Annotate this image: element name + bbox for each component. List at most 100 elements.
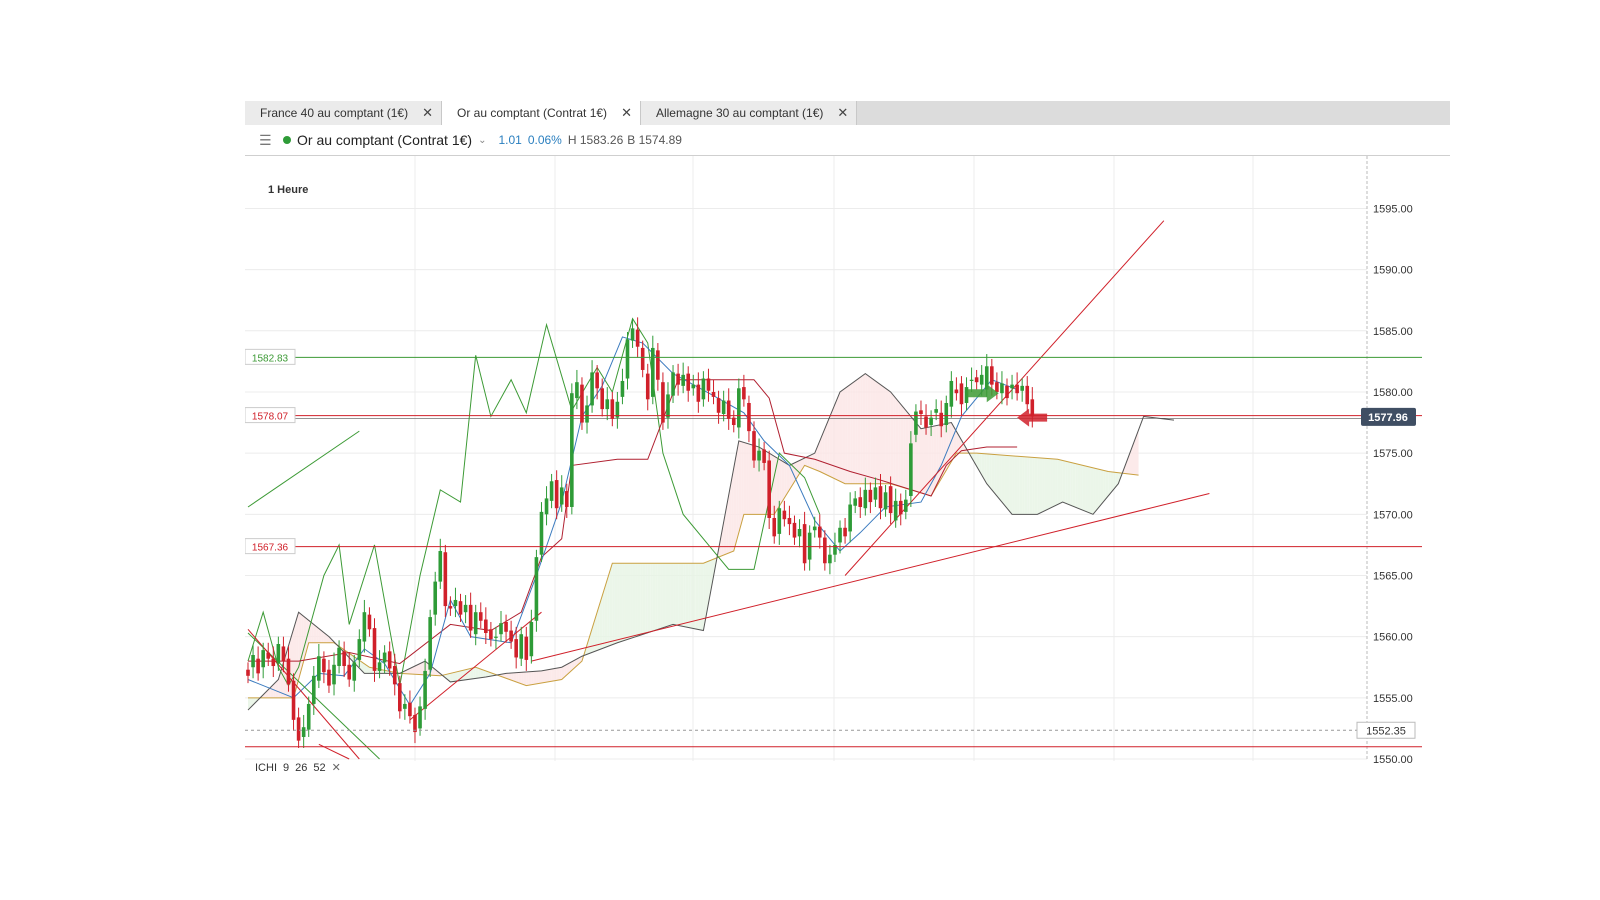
cloud-segment bbox=[313, 624, 317, 643]
cloud-segment bbox=[627, 563, 631, 640]
cloud-segment bbox=[619, 563, 623, 642]
cloud-segment bbox=[549, 669, 552, 682]
senkou-span-b-line bbox=[247, 373, 1175, 711]
chart-canvas[interactable]: 1595.00 1590.00 1585.00 1580.00 1575.00 1570.… bbox=[244, 156, 1450, 781]
cloud-segment bbox=[450, 672, 453, 682]
candle-body bbox=[828, 554, 832, 564]
cloud-segment bbox=[1072, 462, 1076, 508]
candle-body bbox=[878, 486, 883, 509]
cloud-segment bbox=[895, 398, 899, 487]
cloud-segment bbox=[1105, 470, 1109, 500]
cloud-segment bbox=[933, 425, 937, 492]
cloud-segment bbox=[685, 563, 689, 628]
close-icon[interactable]: ✕ bbox=[621, 105, 632, 121]
indicator-param: 52 bbox=[313, 761, 326, 774]
indicator-name[interactable]: ICHI bbox=[255, 762, 277, 774]
close-icon[interactable]: ✕ bbox=[332, 761, 341, 774]
cloud-segment bbox=[900, 404, 904, 488]
indicator-param: 9 bbox=[283, 761, 290, 774]
cloud-segment bbox=[996, 454, 1000, 500]
candle-body bbox=[969, 379, 974, 381]
high-price: H 1583.26 bbox=[567, 133, 624, 147]
candle-body bbox=[494, 636, 498, 638]
cloud-segment bbox=[528, 671, 532, 686]
chevron-down-icon[interactable]: ⌄ bbox=[478, 135, 486, 146]
cloud-segment bbox=[1037, 457, 1040, 515]
candle-body bbox=[747, 402, 751, 432]
cloud-segment bbox=[1052, 458, 1056, 507]
cloud-segment bbox=[667, 563, 671, 627]
candle-body bbox=[468, 604, 473, 631]
price-chart[interactable]: 1595.00 1590.00 1585.00 1580.00 1575.00 1570.… bbox=[244, 156, 1450, 781]
candle-body bbox=[904, 499, 908, 512]
candle-body bbox=[251, 655, 255, 668]
cloud-segment bbox=[533, 671, 537, 685]
cloud-segment bbox=[316, 626, 319, 643]
timeframe-label[interactable]: 1 Heure bbox=[268, 184, 308, 196]
candle-body bbox=[570, 393, 574, 507]
cloud-segment bbox=[850, 382, 853, 484]
hamburger-icon[interactable]: ☰ bbox=[259, 132, 273, 149]
cloud-segment bbox=[678, 563, 681, 626]
candle-body bbox=[438, 551, 443, 582]
candle-body bbox=[423, 670, 427, 709]
cloud-segment bbox=[860, 375, 863, 484]
candle-body bbox=[802, 524, 807, 564]
candle-body bbox=[1005, 385, 1009, 399]
cloud-segment bbox=[478, 668, 481, 679]
cloud-segment bbox=[827, 416, 830, 477]
cloud-segment bbox=[786, 463, 790, 494]
candle-body bbox=[337, 647, 341, 667]
tab-allemagne-30[interactable]: Allemagne 30 au comptant (1€) ✕ bbox=[640, 101, 858, 125]
tab-france-40[interactable]: France 40 au comptant (1€) ✕ bbox=[245, 101, 442, 125]
instrument-name[interactable]: Or au comptant (Contrat 1€) bbox=[297, 132, 472, 148]
cloud-segment bbox=[311, 622, 314, 643]
cloud-segment bbox=[604, 579, 608, 648]
cloud-segment bbox=[1007, 455, 1010, 512]
close-icon[interactable]: ✕ bbox=[422, 105, 433, 121]
cloud-segment bbox=[1009, 455, 1013, 515]
cloud-segment bbox=[994, 454, 997, 496]
cloud-segment bbox=[609, 563, 613, 646]
candle-body bbox=[873, 487, 878, 500]
cloud-segment bbox=[630, 563, 633, 639]
cloud-segment bbox=[1004, 455, 1007, 509]
candle-body bbox=[934, 409, 938, 413]
candle-body bbox=[893, 500, 898, 521]
candle-body bbox=[281, 646, 286, 662]
candle-body bbox=[681, 374, 685, 386]
cloud-segment bbox=[602, 587, 605, 649]
candle-body bbox=[413, 714, 417, 733]
cloud-segment bbox=[607, 571, 610, 647]
candle-body bbox=[863, 489, 868, 509]
cloud-segment bbox=[1001, 455, 1005, 506]
candle-body bbox=[301, 727, 306, 737]
cloud-segment bbox=[1077, 464, 1081, 510]
cloud-segment bbox=[1108, 471, 1111, 496]
candle-body bbox=[939, 412, 944, 427]
cloud-segment bbox=[516, 672, 519, 683]
cloud-segment bbox=[1044, 458, 1048, 511]
cloud-segment bbox=[885, 388, 889, 484]
cloud-segment bbox=[624, 563, 628, 641]
candle-body bbox=[322, 658, 326, 673]
cloud-segment bbox=[652, 563, 656, 632]
cloud-segment bbox=[526, 671, 529, 686]
cloud-segment bbox=[872, 379, 876, 484]
candle-body bbox=[1000, 383, 1004, 394]
candle-body bbox=[919, 410, 923, 414]
candle-body bbox=[362, 612, 367, 642]
candle-body bbox=[944, 402, 949, 426]
cloud-segment bbox=[999, 454, 1002, 503]
cloud-segment bbox=[748, 443, 752, 515]
candle-body bbox=[524, 636, 529, 660]
tab-or-au-comptant[interactable]: Or au comptant (Contrat 1€) ✕ bbox=[441, 101, 641, 125]
price-level-label: 1578.07 bbox=[252, 412, 289, 423]
candle-body bbox=[797, 529, 802, 537]
cloud-segment bbox=[693, 563, 696, 630]
close-icon[interactable]: ✕ bbox=[837, 105, 848, 121]
cloud-segment bbox=[541, 670, 545, 683]
y-tick-label: 1570.00 bbox=[1373, 509, 1413, 521]
cloud-segment bbox=[888, 390, 891, 484]
candle-body bbox=[959, 383, 964, 405]
